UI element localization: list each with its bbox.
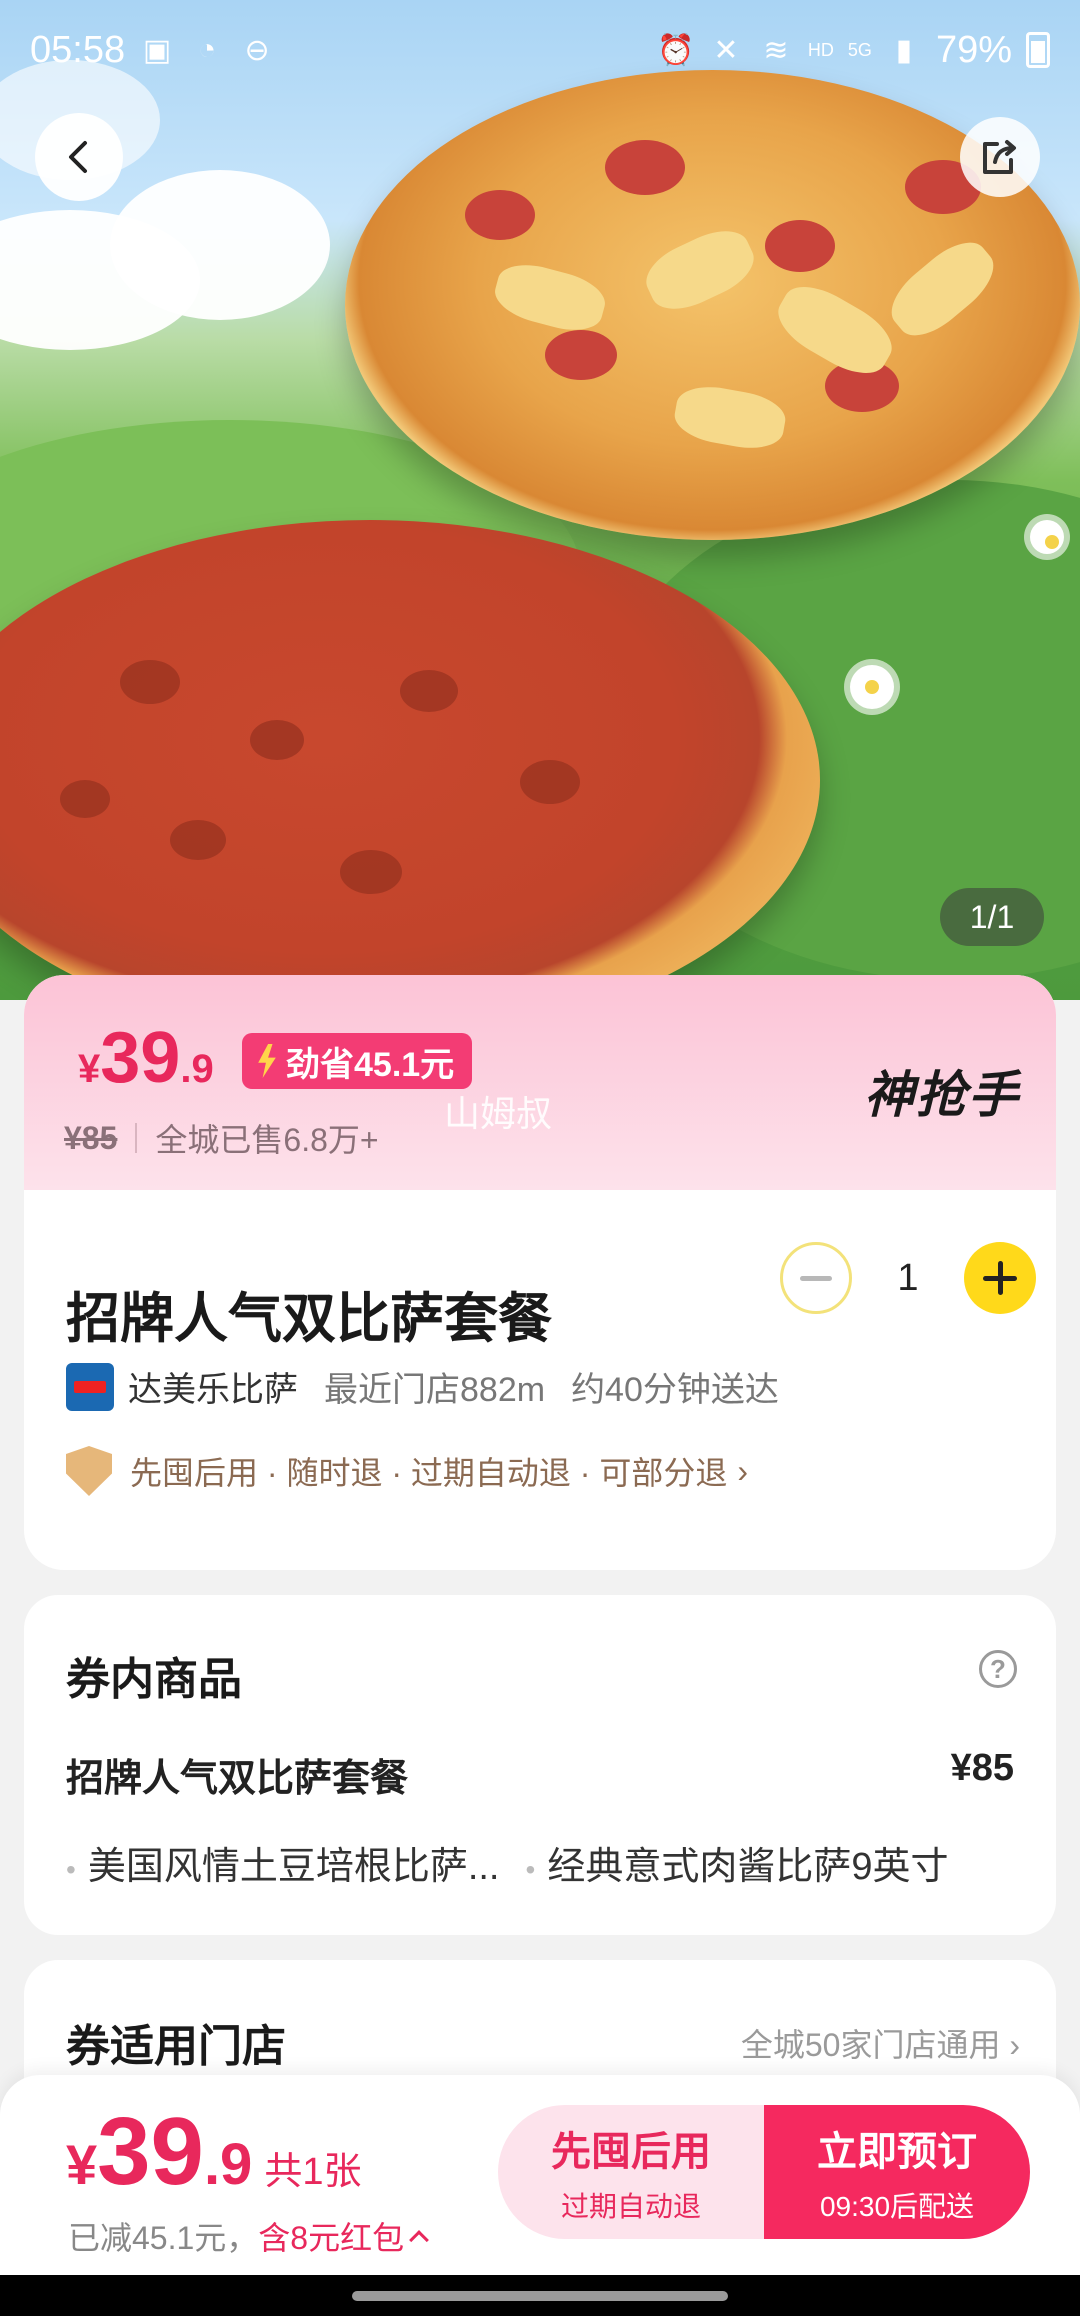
share-icon	[983, 140, 1016, 174]
section-title: 券适用门店	[66, 2022, 286, 2071]
savings-badge: 劲省45.1元	[242, 1033, 473, 1089]
share-button[interactable]	[960, 117, 1040, 197]
store-logo	[66, 1362, 114, 1411]
chevron-left-icon	[69, 141, 87, 173]
delivery-time: 约40分钟送达	[571, 1371, 779, 1409]
original-price-row: ¥85 全城已售6.8万+	[64, 1115, 379, 1161]
wifi-icon: ≋	[763, 33, 789, 67]
back-button[interactable]	[35, 113, 123, 201]
help-icon[interactable]: ?	[979, 1650, 1017, 1688]
decrease-button[interactable]	[780, 1242, 852, 1314]
network-label: 5G	[847, 39, 872, 60]
divider	[135, 1123, 138, 1153]
gallery-icon: ▣	[142, 33, 172, 67]
image-counter: 1/1	[940, 888, 1044, 946]
product-title-block: 招牌人气双比萨套餐 1 达美乐比萨 最近门店882m 约40分钟送达 先囤后用 …	[24, 1190, 1056, 1570]
book-now-button[interactable]: 立即预订 09:30后配送	[764, 2105, 1030, 2239]
voucher-sub-items: 美国风情土豆培根比萨... 经典意式肉酱比萨9英寸	[66, 1835, 949, 1890]
chevron-right-icon: ›	[1009, 2027, 1020, 2063]
refund-policy-row[interactable]: 先囤后用 · 随时退 · 过期自动退 · 可部分退 ›	[66, 1446, 748, 1496]
red-packet-text: 含8元红包	[258, 2220, 405, 2256]
promo-price: ¥ 39 .9	[78, 1018, 214, 1098]
action-buttons: 先囤后用 过期自动退 立即预订 09:30后配送	[498, 2105, 1030, 2239]
system-navigation-bar	[0, 2275, 1080, 2316]
list-item: 经典意式肉酱比萨9英寸	[526, 1835, 948, 1890]
battery-level: 79%	[935, 28, 1012, 71]
signal-icon: ▮	[895, 33, 913, 67]
status-time: 05:58	[30, 28, 126, 71]
sold-count: 全城已售6.8万+	[155, 1122, 379, 1158]
cloud-decoration	[110, 170, 330, 320]
store-name: 达美乐比萨	[128, 1371, 298, 1409]
voucher-item-name: 招牌人气双比萨套餐	[66, 1758, 409, 1800]
product-image[interactable]	[0, 0, 1080, 1000]
flower-decoration	[1030, 520, 1064, 554]
lightning-icon	[258, 1044, 276, 1078]
section-title: 券内商品	[66, 1655, 242, 1704]
all-stores-link[interactable]: 全城50家门店通用 ›	[741, 2020, 1020, 2066]
do-not-disturb-icon: ⊖	[244, 33, 270, 67]
alarm-icon: ⏰	[657, 33, 695, 67]
applicable-stores-card[interactable]: 券适用门店 全城50家门店通用 ›	[24, 1960, 1056, 2080]
quantity-value: 1	[897, 1256, 919, 1299]
flower-decoration	[850, 665, 894, 709]
list-item: 美国风情土豆培根比萨...	[66, 1835, 500, 1890]
hd-label: HD	[807, 39, 834, 60]
original-price: ¥85	[64, 1119, 118, 1156]
increase-button[interactable]	[964, 1242, 1036, 1314]
mute-icon: ✕	[713, 33, 739, 67]
navigation-icon: ◔	[198, 33, 217, 66]
product-info-card: ¥ 39 .9 劲省45.1元 ¥85 全城已售6.8万+ 山姆叔 神抢手 招牌…	[24, 975, 1056, 1570]
product-title: 招牌人气双比萨套餐	[66, 1289, 552, 1349]
voucher-item-price: ¥85	[950, 1747, 1014, 1789]
quantity-stepper: 1	[780, 1242, 1036, 1314]
watermark: 山姆叔	[444, 1093, 553, 1134]
chevron-up-icon	[409, 2230, 430, 2250]
home-gesture-handle[interactable]	[352, 2291, 728, 2301]
brand-logo: 神抢手	[864, 1067, 1020, 1123]
chevron-right-icon: ›	[737, 1452, 748, 1489]
shield-check-icon	[66, 1446, 112, 1496]
total-price: ¥ 39 .9 共1张	[66, 2098, 362, 2205]
battery-icon	[1026, 32, 1050, 68]
buy-later-button[interactable]: 先囤后用 过期自动退	[498, 2105, 764, 2239]
purchase-bar: ¥ 39 .9 共1张 已减45.1元， 含8元红包 先囤后用 过期自动退 立即…	[0, 2075, 1080, 2275]
voucher-items-card: 券内商品 ? 招牌人气双比萨套餐 ¥85 美国风情土豆培根比萨... 经典意式肉…	[24, 1595, 1056, 1935]
discount-detail[interactable]: 已减45.1元， 含8元红包	[68, 2213, 430, 2259]
nearest-store-distance: 最近门店882m	[324, 1371, 546, 1409]
promo-price-band: ¥ 39 .9 劲省45.1元 ¥85 全城已售6.8万+ 山姆叔 神抢手	[24, 975, 1056, 1190]
status-bar: 05:58 ▣ ◔ ⊖ ⏰ ✕ ≋ HD 5G ▮ 79%	[0, 0, 1080, 100]
voucher-count: 共1张	[264, 2151, 362, 2193]
refund-policy-text: 先囤后用 · 随时退 · 过期自动退 · 可部分退	[130, 1455, 728, 1491]
store-row[interactable]: 达美乐比萨 最近门店882m 约40分钟送达	[66, 1362, 779, 1411]
